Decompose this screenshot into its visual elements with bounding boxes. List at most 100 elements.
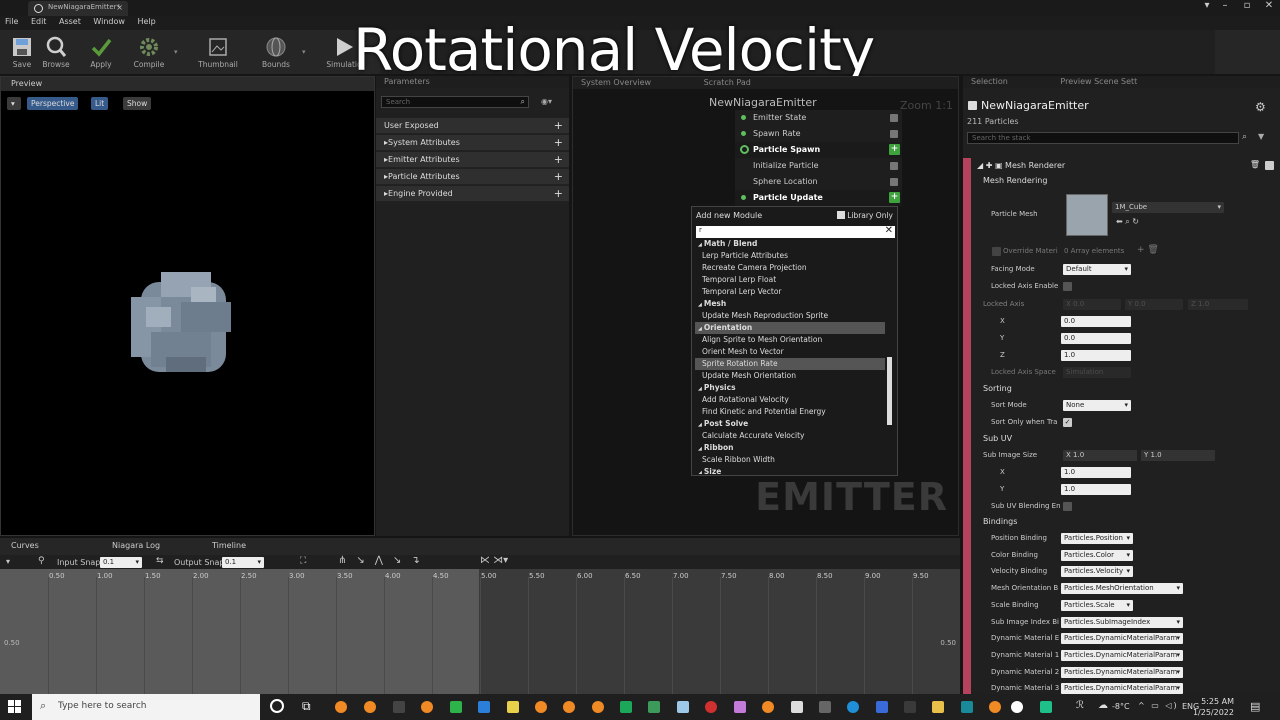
enable-checkbox[interactable] (890, 130, 898, 138)
add-module-icon[interactable]: + (889, 192, 900, 203)
tab-niagara-log[interactable]: Niagara Log (112, 541, 160, 550)
curve-flatten-icon[interactable]: ⋉ ⋊▾ (480, 555, 508, 566)
module-category[interactable]: ◢ Orientation (695, 322, 885, 334)
app-icon-white[interactable] (791, 701, 803, 713)
apply-button[interactable]: Apply (79, 32, 123, 72)
library-only-checkbox[interactable] (837, 211, 846, 219)
app-icon-blue[interactable] (876, 701, 888, 713)
clear-search-icon[interactable]: ✕ (885, 225, 893, 236)
blender-icon-5[interactable] (563, 701, 575, 713)
module-item[interactable]: Orient Mesh to Vector (695, 346, 885, 358)
renderer-enable-checkbox[interactable] (1265, 161, 1274, 170)
sub-image-x-field[interactable]: X 1.0 (1063, 450, 1137, 461)
module-category[interactable]: ◢ Physics (695, 382, 885, 394)
menu-edit[interactable]: Edit (26, 16, 52, 27)
node-initialize-particle[interactable]: Initialize Particle (735, 158, 902, 174)
settings-gear-icon[interactable]: ⚙ (1255, 100, 1266, 114)
tab-timeline[interactable]: Timeline (212, 541, 246, 550)
add-icon[interactable]: + (554, 187, 563, 200)
folder-icon[interactable] (932, 701, 944, 713)
output-snap-icon[interactable]: ⇆ (156, 556, 164, 566)
app-icon-teal[interactable] (648, 701, 660, 713)
thumbnail-button[interactable]: Thumbnail (196, 32, 240, 72)
param-row-system-attributes[interactable]: ▸System Attributes + (376, 135, 569, 151)
frame-selection-icon[interactable]: ⛶ (300, 556, 306, 566)
axis-y-field[interactable]: 0.0 (1061, 333, 1131, 344)
parameters-tab[interactable]: Parameters (376, 76, 569, 88)
binding-dropdown[interactable]: Particles.DynamicMaterialParam ▾ (1061, 649, 1183, 661)
binding-dropdown[interactable]: Particles.Velocity ▾ (1061, 566, 1133, 578)
binding-dropdown[interactable]: Particles.DynamicMaterialParam ▾ (1061, 683, 1183, 695)
menu-help[interactable]: Help (133, 16, 161, 27)
locked-axis-enable-checkbox[interactable] (1063, 282, 1072, 291)
tab-system-overview[interactable]: System Overview (581, 78, 651, 87)
locked-axis-space-dropdown[interactable]: Simulation (1063, 367, 1131, 378)
module-list-scrollbar[interactable] (887, 357, 892, 425)
preview-viewport[interactable]: Preview ▾ Perspective Lit Show (0, 76, 375, 600)
blender-icon-3[interactable] (421, 701, 433, 713)
menu-asset[interactable]: Asset (54, 16, 86, 27)
tab-preview-scene-settings[interactable]: Preview Scene Sett (1060, 77, 1137, 86)
bounds-button[interactable]: Bounds (254, 32, 298, 72)
enable-checkbox[interactable] (890, 162, 898, 170)
mail-icon[interactable] (478, 701, 490, 713)
enable-checkbox[interactable] (890, 178, 898, 186)
param-row-user-exposed[interactable]: User Exposed + (376, 118, 569, 134)
editor-tab[interactable]: NewNiagaraEmitter* × (28, 1, 128, 16)
mesh-thumbnail[interactable] (1066, 194, 1108, 236)
app-icon-purple[interactable] (734, 701, 746, 713)
blender-icon-4[interactable] (535, 701, 547, 713)
close-window-icon[interactable]: ✕ (1258, 0, 1280, 16)
binding-dropdown[interactable]: Particles.DynamicMaterialParam ▾ (1061, 666, 1183, 678)
axis-x-field[interactable]: 0.0 (1061, 316, 1131, 327)
binding-dropdown[interactable]: Particles.Position ▾ (1061, 533, 1133, 544)
node-particle-update[interactable]: Particle Update + (735, 190, 902, 206)
file-explorer-icon[interactable] (507, 701, 519, 713)
param-row-engine-provided[interactable]: ▸Engine Provided + (376, 186, 569, 202)
epic-launcher-icon[interactable] (393, 701, 405, 713)
add-element-icon[interactable]: + 🗑 (1137, 245, 1159, 255)
sort-only-checkbox[interactable]: ✓ (1063, 418, 1072, 427)
viewport-menu-button[interactable]: ▾ (7, 97, 21, 110)
add-icon[interactable]: + (554, 136, 563, 149)
section-mesh-rendering[interactable]: Mesh Rendering (963, 173, 1280, 188)
module-item[interactable]: Update Mesh Orientation (695, 370, 885, 382)
maximize-icon[interactable]: ▫ (1236, 0, 1258, 16)
menu-window[interactable]: Window (88, 16, 130, 27)
module-item[interactable]: Find Kinetic and Potential Energy (695, 406, 885, 418)
param-row-particle-attributes[interactable]: ▸Particle Attributes + (376, 169, 569, 185)
app-green-icon-2[interactable] (620, 701, 632, 713)
module-search-input[interactable]: r ✕ (696, 225, 895, 238)
compile-button[interactable]: Compile (127, 32, 171, 72)
bounds-dropdown-icon[interactable]: ▾ (302, 48, 306, 56)
cortana-icon[interactable] (270, 699, 284, 713)
app-icon-gray[interactable] (819, 701, 831, 713)
weather-icon[interactable]: ☁ (1098, 700, 1108, 711)
tab-curves[interactable]: Curves (11, 541, 39, 550)
windows-start-icon[interactable] (8, 700, 22, 714)
binding-dropdown[interactable]: Particles.MeshOrientation ▾ (1061, 583, 1183, 595)
override-checkbox[interactable] (992, 247, 1001, 256)
edge-icon[interactable] (847, 701, 859, 713)
unreal-engine-icon[interactable] (1011, 701, 1023, 713)
emitter-enable-checkbox[interactable] (968, 101, 977, 110)
curve-tangent-tools-icon[interactable]: ⋔↘⋀↘↴ (338, 555, 430, 566)
blender-icon[interactable] (335, 701, 347, 713)
binding-dropdown[interactable]: Particles.Color ▾ (1061, 549, 1133, 561)
filter-icon[interactable]: ▼ (1258, 132, 1264, 141)
module-item[interactable]: Temporal Lerp Vector (695, 286, 885, 298)
locked-axis-z-field[interactable]: Z 1.0 (1188, 299, 1248, 310)
add-module-icon[interactable]: + (889, 144, 900, 155)
sub-uv-blend-checkbox[interactable] (1063, 502, 1072, 511)
module-category[interactable]: ◢ Ribbon (695, 442, 885, 454)
perspective-button[interactable]: Perspective (27, 97, 79, 110)
tab-selection[interactable]: Selection (971, 77, 1008, 86)
locked-axis-x-field[interactable]: X 0.0 (1063, 299, 1121, 310)
section-sorting[interactable]: Sorting (963, 381, 1280, 396)
binding-dropdown[interactable]: Particles.DynamicMaterialParam ▾ (1061, 633, 1183, 645)
module-item[interactable]: Recreate Camera Projection (695, 262, 885, 274)
mesh-picker-dropdown[interactable]: 1M_Cube ▾ (1112, 202, 1224, 213)
browse-button[interactable]: Browse (34, 32, 78, 72)
binding-dropdown[interactable]: Particles.SubImageIndex ▾ (1061, 616, 1183, 628)
parameters-search-input[interactable]: Search ⌕ (381, 96, 529, 108)
